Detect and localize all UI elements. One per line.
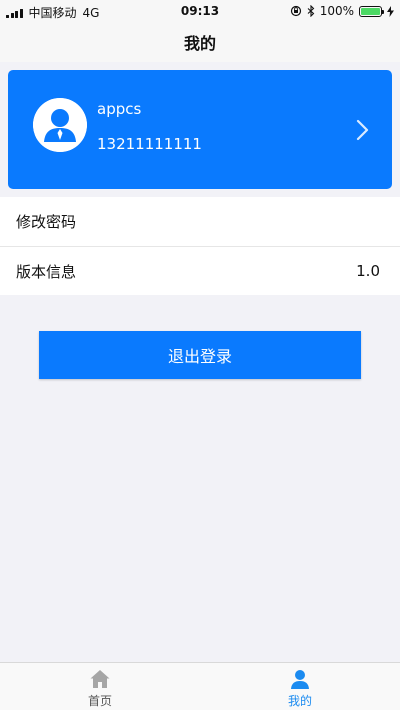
- charging-icon: [387, 5, 394, 17]
- tab-label: 首页: [87, 694, 112, 708]
- profile-card[interactable]: appcs 13211111111: [8, 70, 392, 189]
- avatar: [33, 98, 87, 152]
- battery-percent: 100%: [319, 4, 354, 18]
- page-title: 我的: [183, 34, 216, 53]
- user-name: appcs: [97, 100, 142, 118]
- status-right: 100%: [290, 4, 394, 18]
- tab-home[interactable]: 首页: [0, 663, 200, 710]
- list-item-label: 修改密码: [16, 213, 77, 231]
- orientation-lock-icon: [290, 5, 301, 17]
- tab-mine[interactable]: 我的: [200, 663, 400, 710]
- bluetooth-icon: [307, 5, 314, 17]
- tab-label: 我的: [287, 694, 312, 708]
- battery-fill: [361, 7, 380, 15]
- home-icon: [90, 670, 110, 688]
- change-password-item[interactable]: 修改密码: [0, 197, 400, 246]
- settings-list: 修改密码 版本信息 1.0: [0, 197, 400, 295]
- person-icon: [291, 670, 309, 689]
- status-left: 中国移动 4G: [6, 4, 99, 21]
- network-label: 4G: [82, 5, 100, 20]
- nav-bar: 我的: [0, 22, 400, 62]
- screen: 中国移动 4G 09:13 100% 我的 appcs 13211111111 …: [0, 0, 400, 710]
- user-avatar-icon: [33, 98, 87, 152]
- carrier-label: 中国移动: [28, 6, 77, 20]
- battery-icon: [359, 5, 384, 17]
- chevron-right-icon: [356, 119, 369, 141]
- user-phone: 13211111111: [97, 135, 202, 153]
- version-value: 1.0: [356, 262, 380, 280]
- status-bar: 中国移动 4G 09:13 100%: [0, 0, 400, 22]
- logout-button[interactable]: 退出登录: [39, 331, 361, 379]
- version-info-item[interactable]: 版本信息 1.0: [0, 246, 400, 295]
- list-item-label: 版本信息: [16, 262, 77, 281]
- tab-bar: 首页 我的: [0, 662, 400, 710]
- signal-icon: [6, 8, 23, 18]
